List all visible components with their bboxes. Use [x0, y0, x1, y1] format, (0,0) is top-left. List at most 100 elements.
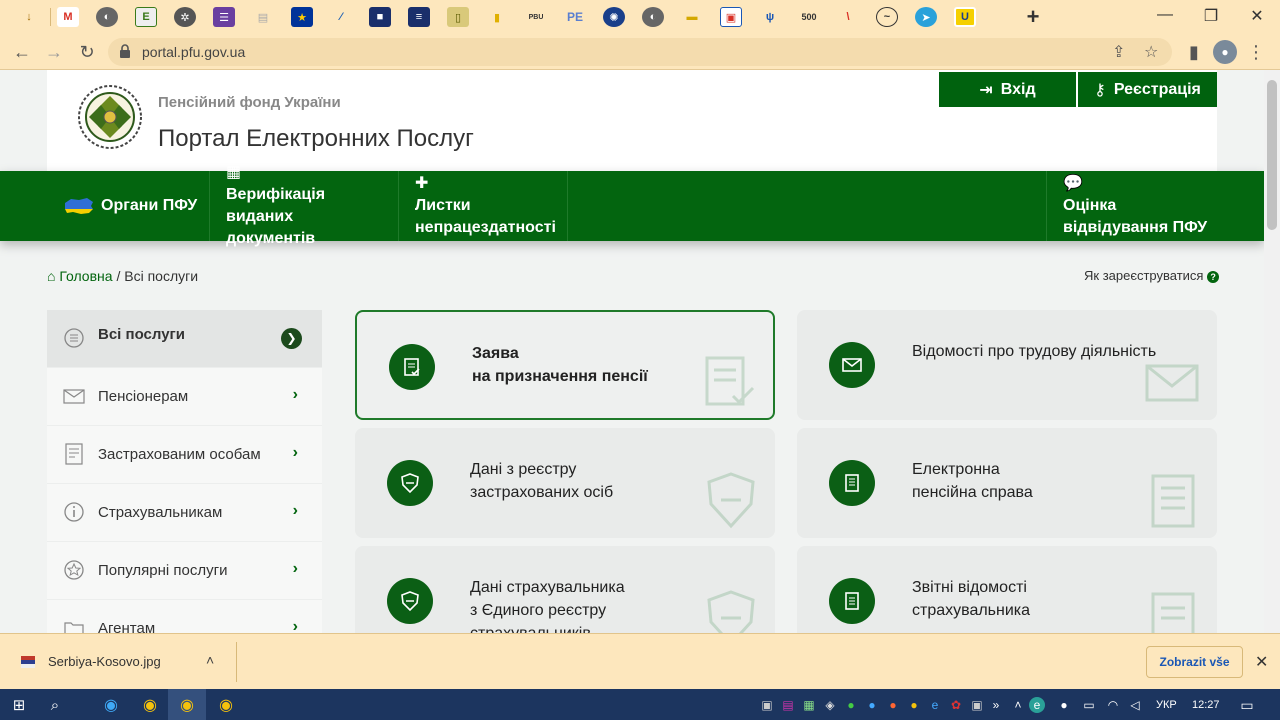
clock[interactable]: 12:27: [1192, 699, 1220, 711]
share-icon[interactable]: ⇪: [1112, 42, 1125, 62]
gmail-tab-icon[interactable]: M: [57, 7, 79, 27]
candle-tab-icon[interactable]: ▮: [486, 7, 508, 27]
search-icon[interactable]: ⌕: [44, 694, 66, 716]
telegram-tab-icon[interactable]: ➤: [915, 7, 937, 27]
register-button[interactable]: ⚷ Реєстрація: [1078, 72, 1217, 107]
profile-avatar-icon[interactable]: ●: [1213, 40, 1237, 64]
bookmark-star-icon[interactable]: ☆: [1144, 42, 1158, 62]
volume-icon[interactable]: ◁: [1124, 694, 1146, 716]
reload-icon[interactable]: ↻: [75, 40, 99, 64]
back-icon[interactable]: ←: [10, 40, 34, 64]
list-tab-icon[interactable]: ☰: [213, 7, 235, 27]
500-tab-icon[interactable]: 500: [798, 7, 820, 27]
login-button[interactable]: ⇥ Вхід: [939, 72, 1076, 107]
globe2-tab-icon[interactable]: ◐: [642, 7, 664, 27]
browser-menu-icon[interactable]: ⋮: [1244, 40, 1268, 64]
home-icon[interactable]: ⌂: [47, 268, 55, 284]
chevron-up-icon[interactable]: ˄: [206, 652, 214, 668]
sidebar-item-agents[interactable]: Агентам ›: [47, 600, 322, 633]
sidebar-item-insurers[interactable]: Страхувальникам ›: [47, 484, 322, 542]
chevron-up-icon[interactable]: »: [985, 694, 1007, 716]
service-card-insurer-reports[interactable]: Звітні відомості страхувальника: [797, 546, 1217, 633]
globe-tab-icon[interactable]: ◐: [96, 7, 118, 27]
tray-app-icon[interactable]: ●: [882, 694, 904, 716]
breadcrumb-home[interactable]: Головна: [59, 268, 112, 284]
sidebar-item-pensioners[interactable]: Пенсіонерам ›: [47, 368, 322, 426]
tray-app-icon[interactable]: ◈: [819, 694, 841, 716]
breadcrumb-current: Всі послуги: [124, 268, 199, 284]
chrome-icon[interactable]: ◉: [176, 694, 198, 716]
pe-tab-icon[interactable]: PE: [564, 7, 586, 27]
e-tab-icon[interactable]: E: [135, 7, 157, 27]
show-all-downloads-button[interactable]: Zobrazit vše: [1146, 646, 1243, 678]
bird-tab-icon[interactable]: ⁄: [330, 7, 352, 27]
tray-app-icon[interactable]: ●: [861, 694, 883, 716]
tray-expand-icon[interactable]: ˄: [1007, 694, 1029, 716]
url-text[interactable]: portal.pfu.gov.ua: [142, 44, 245, 60]
language-indicator[interactable]: УКР: [1156, 699, 1177, 711]
close-window-icon[interactable]: ✕: [1242, 6, 1272, 26]
download-tab-icon[interactable]: ↓: [18, 7, 40, 27]
map-tab-icon[interactable]: ▯: [447, 7, 469, 27]
flag-tab-icon[interactable]: ≡: [408, 7, 430, 27]
envelope-watermark-icon: [1145, 364, 1199, 402]
pfu-logo-icon[interactable]: [77, 84, 143, 150]
nav-pfu-bodies[interactable]: Органи ПФУ: [47, 171, 210, 241]
news-tab-icon[interactable]: ■: [369, 7, 391, 27]
question-icon: ?: [1207, 271, 1220, 283]
chrome-icon[interactable]: ◉: [215, 694, 237, 716]
network-icon[interactable]: ▭: [1078, 694, 1100, 716]
service-card-insured-registry[interactable]: Дані з реєстру застрахованих осіб: [355, 428, 775, 538]
services-sidebar: Всі послуги ❯ Пенсіонерам › Застраховани…: [47, 310, 322, 633]
wifi-icon[interactable]: ◠: [1102, 694, 1124, 716]
portal-tab-icon[interactable]: ▣: [720, 7, 742, 27]
doc-tab-icon[interactable]: ▤: [252, 7, 274, 27]
edge-icon[interactable]: ◉: [100, 694, 122, 716]
service-card-e-pension-file[interactable]: Електронна пенсійна справа: [797, 428, 1217, 538]
seal-tab-icon[interactable]: ✺: [603, 7, 625, 27]
tray-app-icon[interactable]: ▣: [756, 694, 778, 716]
windows-start-icon[interactable]: ⊞: [8, 694, 30, 716]
service-card-insurer-registry[interactable]: Дані страхувальника з Єдиного реєстру ст…: [355, 546, 775, 633]
how-to-register-link[interactable]: Як зареєструватися ?: [1084, 268, 1220, 283]
minimize-icon[interactable]: —: [1150, 6, 1180, 24]
new-tab-icon[interactable]: +: [1022, 4, 1044, 29]
tray-app-icon[interactable]: ●: [1053, 694, 1075, 716]
restore-icon[interactable]: ❐: [1196, 6, 1226, 26]
tray-app-icon[interactable]: ▤: [777, 694, 799, 716]
omnibox[interactable]: portal.pfu.gov.ua ⇪ ☆: [108, 38, 1172, 66]
page-scrollbar[interactable]: [1264, 70, 1280, 633]
main-nav: Органи ПФУ ▦Верифікація виданих документ…: [0, 164, 1264, 247]
sidebar-item-insured[interactable]: Застрахованим особам ›: [47, 426, 322, 484]
notifications-icon[interactable]: ▭: [1236, 694, 1258, 716]
u-tab-icon[interactable]: U: [954, 7, 976, 27]
eu-tab-icon[interactable]: ★: [291, 7, 313, 27]
file-icon: [829, 460, 875, 506]
wave-tab-icon[interactable]: ~: [876, 7, 898, 27]
service-card-pension-application[interactable]: Заява на призначення пенсії: [355, 310, 775, 420]
download-item[interactable]: Serbiya-Kosovo.jpg: [48, 654, 161, 669]
nav-sick-leave[interactable]: ✚Листки непрацездатності: [399, 171, 568, 241]
nav-verification[interactable]: ▦Верифікація виданих документів: [210, 164, 399, 247]
nav-visit-rating[interactable]: 💬Оцінка відвідування ПФУ: [1046, 171, 1216, 241]
close-icon[interactable]: ✕: [1255, 652, 1268, 672]
tray-app-icon[interactable]: ✿: [945, 694, 967, 716]
service-card-work-records[interactable]: Відомості про трудову діяльність: [797, 310, 1217, 420]
tray-app-icon[interactable]: ●: [903, 694, 925, 716]
tray-app-icon[interactable]: ●: [840, 694, 862, 716]
forward-icon[interactable]: →: [42, 40, 66, 64]
tray-app-icon[interactable]: e: [1029, 697, 1045, 713]
sidebar-panel-icon[interactable]: ▮: [1182, 40, 1206, 64]
report-icon: [829, 578, 875, 624]
tray-app-icon[interactable]: ▦: [798, 694, 820, 716]
chevron-right-icon: ❯: [281, 328, 302, 349]
sidebar-item-popular[interactable]: Популярні послуги ›: [47, 542, 322, 600]
slash-tab-icon[interactable]: \: [837, 7, 859, 27]
sidebar-item-all-services[interactable]: Всі послуги ❯: [47, 310, 322, 368]
trident-tab-icon[interactable]: ψ: [759, 7, 781, 27]
rbu-tab-icon[interactable]: РВU: [525, 7, 547, 27]
tray-app-icon[interactable]: e: [924, 694, 946, 716]
emblem-tab-icon[interactable]: ✲: [174, 7, 196, 27]
ukraine-tab-icon[interactable]: ▬: [681, 7, 703, 27]
chrome-icon[interactable]: ◉: [139, 694, 161, 716]
